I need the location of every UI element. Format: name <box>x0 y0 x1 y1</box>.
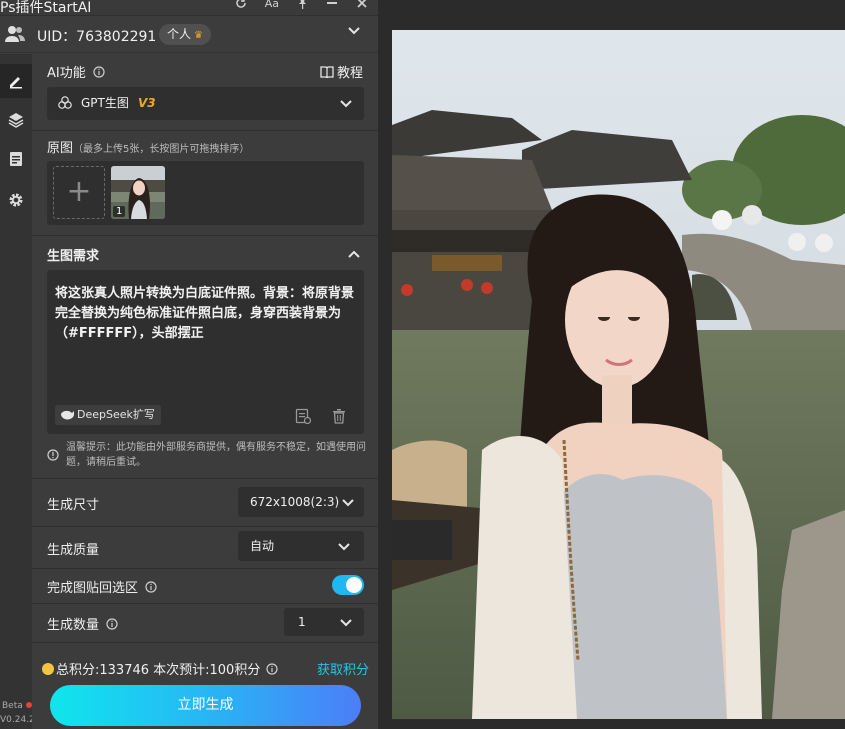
divider <box>32 568 378 569</box>
divider <box>32 603 378 604</box>
info-icon[interactable] <box>145 581 157 593</box>
info-icon[interactable] <box>266 663 279 675</box>
tutorial-label: 教程 <box>337 66 364 81</box>
users-icon <box>5 25 25 43</box>
title-bar-controls: Aa <box>235 0 368 13</box>
notice-text: 温馨提示：此功能由外部服务商提供，偶有服务不稳定，如遇使用问题，请稍后重试。 <box>66 442 366 468</box>
chevron-down-icon <box>338 543 350 551</box>
count-select[interactable]: 1 <box>284 608 364 636</box>
info-icon <box>47 449 59 461</box>
trash-icon[interactable] <box>332 408 346 424</box>
close-icon[interactable] <box>356 0 368 13</box>
panel-title: Ps插件StartAI <box>0 0 92 16</box>
font-size-icon[interactable]: Aa <box>265 0 279 13</box>
sidebar-item-settings[interactable] <box>0 183 32 217</box>
document-icon <box>10 152 22 166</box>
canvas-photo[interactable] <box>392 30 845 719</box>
toggle-knob <box>346 577 362 593</box>
prompt-label: 生图需求 <box>47 249 100 264</box>
account-type-badge: 个人 ♛ <box>159 24 211 45</box>
prompt-textarea[interactable]: 将这张真人照片转换为白底证件照。背景：将原背景完全替换为纯色标准证件照白底，身穿… <box>47 270 364 434</box>
openai-icon <box>58 96 72 109</box>
service-notice: 温馨提示：此功能由外部服务商提供，偶有服务不稳定，如遇使用问题，请稍后重试。 <box>47 440 367 470</box>
quality-value: 自动 <box>250 539 275 553</box>
add-image-button[interactable]: + <box>53 166 105 219</box>
count-label: 生成数量 <box>47 614 118 633</box>
sidebar-item-layers[interactable] <box>0 103 32 137</box>
size-value: 672x1008(2:3) <box>250 495 340 509</box>
account-type-label: 个人 <box>167 27 192 41</box>
uid-label: UID：763802291 <box>37 29 157 45</box>
count-value: 1 <box>298 615 306 629</box>
canvas-photo-image <box>392 30 845 719</box>
ai-function-text: AI功能 <box>47 66 86 81</box>
book-icon <box>320 66 334 79</box>
crown-icon: ♛ <box>194 30 203 41</box>
info-icon[interactable] <box>106 618 118 630</box>
app-root: Ps插件StartAI Aa UID：763802291 个人 ♛ Beta V… <box>0 0 845 729</box>
info-icon[interactable] <box>93 66 105 78</box>
paste-back-label: 完成图贴回选区 <box>47 577 157 596</box>
chevron-down-icon[interactable] <box>348 27 360 35</box>
paste-back-text: 完成图贴回选区 <box>47 581 139 596</box>
divider <box>32 130 378 131</box>
user-bar[interactable]: UID：763802291 个人 ♛ <box>0 17 378 53</box>
credits-text: 总积分:133746 本次预计:100积分 <box>56 663 261 678</box>
prompt-text: 将这张真人照片转换为白底证件照。背景：将原背景完全替换为纯色标准证件照白底，身穿… <box>55 286 355 341</box>
refresh-icon[interactable] <box>235 0 247 13</box>
model-select[interactable]: GPT生图 V3 <box>47 87 364 120</box>
chevron-down-icon <box>342 499 354 507</box>
source-image-thumbnail[interactable]: 1 <box>111 166 165 219</box>
quality-select[interactable]: 自动 <box>238 531 364 561</box>
paste-back-toggle[interactable] <box>332 575 364 595</box>
sidebar: Beta V0.24.2 <box>0 54 35 729</box>
plus-icon: + <box>66 173 92 209</box>
source-image-text: 原图 <box>47 141 74 156</box>
deepseek-expand-button[interactable]: DeepSeek扩写 <box>55 405 161 425</box>
divider <box>32 526 378 527</box>
sidebar-item-document[interactable] <box>0 142 32 176</box>
thumbnail-index: 1 <box>113 206 126 217</box>
plugin-panel: Ps插件StartAI Aa UID：763802291 个人 ♛ Beta V… <box>0 0 378 729</box>
generate-button[interactable]: 立即生成 <box>50 685 361 726</box>
chevron-down-icon <box>340 619 352 627</box>
source-image-label: 原图（最多上传5张，长按图片可拖拽排序） <box>47 137 249 156</box>
layers-icon <box>8 113 24 128</box>
ai-function-label: AI功能 <box>47 62 105 81</box>
tutorial-link[interactable]: 教程 <box>320 62 363 81</box>
size-select[interactable]: 672x1008(2:3) <box>238 487 364 517</box>
chevron-up-icon[interactable] <box>348 250 360 258</box>
chevron-down-icon <box>340 100 352 108</box>
divider <box>32 235 378 236</box>
edit-icon <box>10 77 22 89</box>
model-version: V3 <box>138 96 156 110</box>
pin-icon[interactable] <box>297 0 308 13</box>
minimize-icon[interactable] <box>326 0 338 13</box>
size-label: 生成尺寸 <box>47 498 100 513</box>
count-text: 生成数量 <box>47 618 100 633</box>
version-label: V0.24.2 <box>0 715 35 725</box>
divider <box>32 642 378 643</box>
model-name: GPT生图 <box>81 96 129 110</box>
divider <box>32 478 378 479</box>
gear-icon <box>9 193 23 207</box>
quality-label: 生成质量 <box>47 543 100 558</box>
upload-area: + 1 <box>47 161 364 225</box>
deepseek-icon <box>61 410 74 420</box>
get-credits-link[interactable]: 获取积分 <box>317 659 369 678</box>
credits-summary: 总积分:133746 本次预计:100积分 <box>42 659 279 678</box>
deepseek-label: DeepSeek扩写 <box>77 408 155 421</box>
source-image-hint: （最多上传5张，长按图片可拖拽排序） <box>73 144 250 155</box>
title-bar: Ps插件StartAI Aa <box>0 0 378 16</box>
beta-label: Beta <box>2 701 23 711</box>
sidebar-item-edit[interactable] <box>0 64 32 98</box>
main-content: AI功能 教程 GPT生图 V3 原图（最多上传5张，长按图片可拖拽排序） + <box>32 54 378 729</box>
template-icon[interactable] <box>295 408 311 424</box>
coin-icon <box>42 663 54 675</box>
